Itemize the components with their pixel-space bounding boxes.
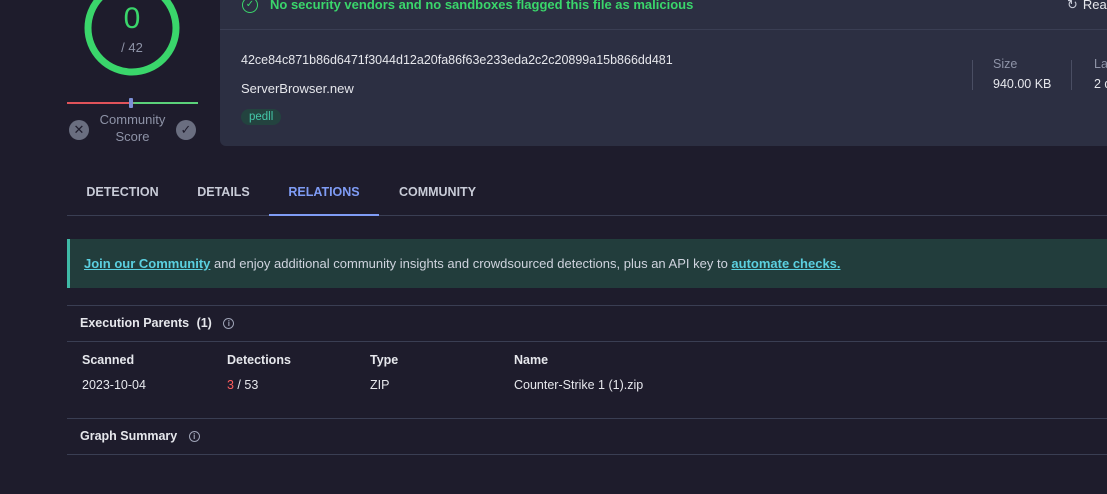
tab-details[interactable]: DETAILS [178, 170, 269, 216]
file-name: ServerBrowser.new [241, 81, 354, 96]
divider [67, 305, 1107, 306]
check-circle-icon: ✓ [242, 0, 258, 13]
status-text: No security vendors and no sandboxes fla… [270, 0, 694, 12]
detections-total: / 53 [233, 378, 259, 392]
section-title-text: Execution Parents [80, 316, 190, 330]
tab-community[interactable]: COMMUNITY [379, 170, 496, 216]
score-value: 0 [123, 2, 141, 35]
column-header-name: Name [514, 353, 549, 367]
file-type: ZIP [370, 378, 390, 392]
status-bar: ✓ No security vendors and no sandboxes f… [220, 0, 1107, 30]
info-icon[interactable]: i [223, 318, 235, 330]
vote-malicious-icon[interactable]: ✕ [69, 120, 89, 140]
last-analysis-label: La [1094, 57, 1107, 71]
section-count: (1) [196, 316, 212, 330]
column-header-type: Type [370, 353, 399, 367]
divider [1071, 60, 1072, 90]
file-summary-banner: ✓ No security vendors and no sandboxes f… [220, 0, 1107, 146]
reanalyze-button[interactable]: ↻ Rea [1067, 0, 1107, 13]
community-score-label: Community Score [90, 111, 175, 145]
community-score-line2: Score [115, 129, 150, 144]
vote-harmless-icon[interactable]: ✓ [176, 120, 196, 140]
scanned-date: 2023-10-04 [82, 378, 146, 392]
detections-hit: 3 [227, 378, 234, 392]
detection-score-widget: 0 / 42 ✕ Community Score ✓ [60, 0, 210, 150]
notice-text: Join our Community and enjoy additional … [84, 256, 841, 271]
score-total: / 42 [121, 40, 143, 55]
column-header-scanned: Scanned [82, 353, 135, 367]
divider [67, 454, 1107, 455]
community-score-line1: Community [99, 112, 166, 127]
file-hash[interactable]: 42ce84c871b86d6471f3044d12a20fa86f63e233… [241, 53, 673, 67]
file-tag[interactable]: pedll [241, 109, 282, 125]
reanalyze-label: Rea [1082, 0, 1107, 12]
community-score-marker [129, 98, 133, 108]
divider [67, 341, 1107, 342]
notice-middle-text: and enjoy additional community insights … [210, 256, 732, 271]
info-icon[interactable]: i [188, 431, 200, 443]
automate-checks-link[interactable]: automate checks. [731, 256, 840, 271]
divider [972, 60, 973, 90]
refresh-icon: ↻ [1067, 0, 1078, 12]
tab-relations[interactable]: RELATIONS [269, 170, 379, 216]
last-analysis-value: 2 d [1094, 77, 1107, 91]
tab-bar: DETECTION DETAILS RELATIONS COMMUNITY [67, 170, 1107, 216]
graph-summary-title: Graph Summary i [80, 429, 200, 443]
divider [67, 418, 1107, 419]
size-value: 940.00 KB [993, 77, 1052, 91]
detections-cell: 3 / 53 [227, 378, 258, 392]
section-title-text: Graph Summary [80, 429, 178, 443]
tab-detection[interactable]: DETECTION [67, 170, 178, 216]
file-name-link[interactable]: Counter-Strike 1 (1).zip [514, 378, 643, 392]
join-community-link[interactable]: Join our Community [84, 256, 210, 271]
execution-parents-title: Execution Parents (1) i [80, 316, 235, 330]
size-label: Size [993, 57, 1018, 71]
community-notice: Join our Community and enjoy additional … [67, 239, 1107, 288]
column-header-detections: Detections [227, 353, 291, 367]
